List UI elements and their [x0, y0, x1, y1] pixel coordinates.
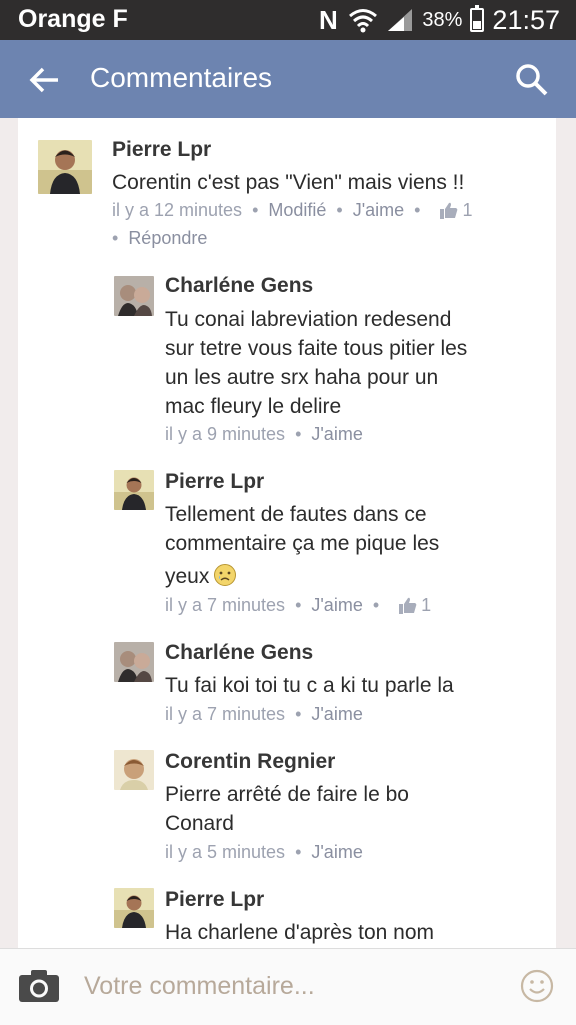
avatar[interactable]: [114, 276, 154, 316]
comment-text-line: commentaire ça me pique les: [165, 532, 440, 555]
like-count: 1: [462, 200, 473, 220]
comment-input[interactable]: [84, 967, 484, 1005]
like-count: 1: [421, 595, 432, 615]
avatar[interactable]: [114, 470, 154, 510]
wifi-icon: [349, 9, 378, 33]
avatar[interactable]: [114, 888, 154, 928]
comment-text-line: Tu fai koi toi tu c a ki tu parle la: [165, 674, 454, 697]
avatar[interactable]: [38, 140, 92, 194]
smiley-icon[interactable]: [520, 969, 554, 1003]
avatar[interactable]: [114, 750, 154, 790]
comment-text-word: yeux: [165, 565, 210, 588]
comment-author[interactable]: Pierre Lpr: [112, 138, 211, 162]
comment-text-line: Conard: [165, 812, 234, 835]
separator-dot: •: [295, 424, 302, 444]
reply-button[interactable]: Répondre: [128, 228, 207, 249]
separator-dot: •: [295, 595, 302, 615]
like-button[interactable]: J'aime: [311, 595, 362, 616]
like-button[interactable]: J'aime: [311, 424, 362, 445]
comment-reply-row: • Répondre: [112, 228, 207, 249]
battery-percent: 38%: [422, 8, 463, 31]
thumbs-up-icon: [399, 597, 417, 614]
page-title: Commentaires: [90, 62, 273, 93]
signal-icon: [388, 9, 413, 31]
separator-dot: •: [295, 842, 302, 862]
camera-icon[interactable]: [18, 969, 60, 1003]
comment-meta: il y a 12 minutes • Modifié • J'aime • 1: [112, 200, 473, 221]
clock: 21:57: [492, 4, 560, 35]
like-button[interactable]: J'aime: [353, 200, 404, 221]
separator-dot: •: [372, 595, 380, 615]
comment-text-line: un les autre srx haha pour un: [165, 366, 439, 389]
comment-text-line: Tu conai labreviation redesend: [165, 308, 452, 331]
comment-text-line: Tellement de fautes dans ce: [165, 503, 427, 526]
comment-text-line: yeux: [165, 562, 237, 591]
separator-dot: •: [295, 704, 302, 724]
status-icons: N 38% 21:57: [316, 4, 560, 36]
comment-time: il y a 7 minutes: [165, 704, 286, 724]
comment-text-line: Ha charlene d'après ton nom: [165, 921, 435, 944]
comment-time: il y a 5 minutes: [165, 842, 286, 862]
separator-dot: •: [112, 228, 119, 248]
comment-author[interactable]: Corentin Regnier: [165, 750, 335, 774]
comment-time: il y a 12 minutes: [112, 200, 243, 220]
like-button[interactable]: J'aime: [311, 842, 362, 863]
comment-text-line: mac fleury le delire: [165, 395, 342, 418]
app-bar: Commentaires: [0, 40, 576, 118]
carrier-name: Orange F: [18, 5, 128, 33]
comment-meta: il y a 9 minutes • J'aime: [165, 424, 363, 445]
comment-text-line: sur tetre vous faite tous pitier les: [165, 337, 468, 360]
status-bar: Orange F N 38% 21:57: [0, 0, 576, 40]
comments-list: Pierre Lpr Corentin c'est pas "Vien" mai…: [18, 118, 556, 948]
comment-author[interactable]: Pierre Lpr: [165, 888, 264, 912]
comment-text-line: Pierre arrêté de faire le bo: [165, 783, 409, 806]
comment-time: il y a 7 minutes: [165, 595, 286, 615]
edited-link[interactable]: Modifié: [268, 200, 326, 221]
comment-author[interactable]: Pierre Lpr: [165, 470, 264, 494]
arrow-left-icon[interactable]: [24, 60, 64, 100]
crying-face-icon: [214, 564, 237, 586]
separator-dot: •: [336, 200, 343, 220]
comment-author[interactable]: Charléne Gens: [165, 641, 313, 665]
comment-meta: il y a 5 minutes • J'aime: [165, 842, 363, 863]
comment-meta: il y a 7 minutes • J'aime: [165, 704, 363, 725]
avatar[interactable]: [114, 642, 154, 682]
like-button[interactable]: J'aime: [311, 704, 362, 725]
nfc-n-icon: N: [319, 4, 338, 35]
comment-meta: il y a 7 minutes • J'aime • 1: [165, 595, 431, 616]
comment-text: Corentin c'est pas "Vien" mais viens !!: [112, 171, 465, 194]
thumbs-up-icon: [440, 202, 458, 219]
comment-author[interactable]: Charléne Gens: [165, 274, 313, 298]
comment-composer: [0, 948, 576, 1025]
separator-dot: •: [414, 200, 421, 220]
battery-icon: [470, 5, 485, 32]
comment-time: il y a 9 minutes: [165, 424, 286, 444]
search-icon[interactable]: [512, 60, 552, 100]
separator-dot: •: [252, 200, 259, 220]
